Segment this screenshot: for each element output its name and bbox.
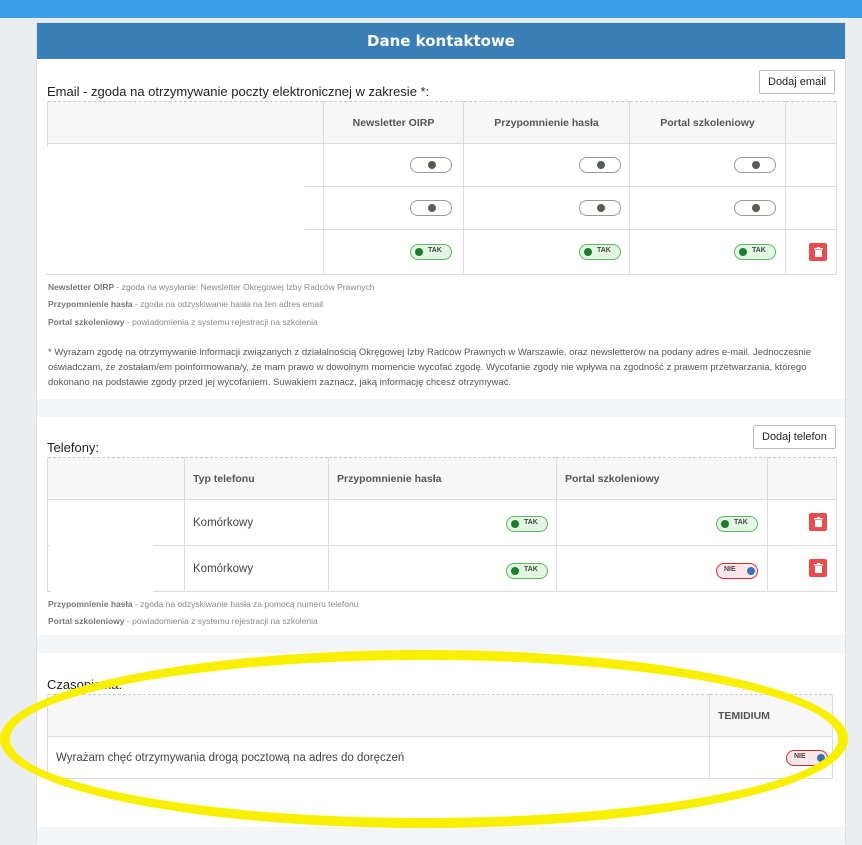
phones-table: Typ telefonu Przypomnienie hasła Portal …: [47, 457, 837, 592]
toggle-knob: [752, 161, 760, 169]
phone-password-toggle[interactable]: TAK: [506, 563, 548, 579]
col-phone-portal: Portal szkoleniowy: [556, 457, 768, 500]
magazine-consent-text: Wyrażam chęć otrzymywania drogą pocztową…: [47, 736, 710, 779]
col-phone-password: Przypomnienie hasła: [328, 457, 557, 500]
toggle-label: NIE: [724, 566, 736, 573]
phones-section-label: Telefony:: [47, 440, 100, 455]
toggle-knob: [597, 161, 605, 169]
toggle-label: NIE: [794, 753, 806, 760]
phone-row: Komórkowy TAK NIE: [47, 545, 837, 592]
email-legend-portal: Portal szkoleniowy - powiadomienia z sys…: [48, 317, 318, 327]
toggle-knob: [747, 567, 755, 575]
toggle-label: TAK: [428, 247, 442, 254]
add-email-button[interactable]: Dodaj email: [759, 70, 836, 94]
toggle-knob: [584, 248, 592, 256]
toggle-label: TAK: [734, 519, 748, 526]
toggle-knob: [511, 520, 519, 528]
toggle-knob: [752, 204, 760, 212]
section-separator: [37, 635, 845, 653]
trash-icon: [813, 247, 823, 257]
toggle-knob: [428, 204, 436, 212]
toggle-label: TAK: [597, 247, 611, 254]
phone-legend-password: Przypomnienie hasła - zgoda na odzyskiwa…: [48, 599, 359, 609]
add-phone-button[interactable]: Dodaj telefon: [753, 425, 836, 449]
section-separator: [37, 399, 845, 417]
consent-note: * Wyrażam zgodę na otrzymywanie informac…: [48, 347, 812, 388]
temidium-toggle[interactable]: NIE: [786, 750, 828, 766]
email-section-label: Email - zgoda na otrzymywanie poczty ele…: [47, 84, 430, 99]
portal-toggle[interactable]: TAK: [734, 244, 776, 260]
phone-portal-toggle[interactable]: TAK: [716, 516, 758, 532]
toggle-knob: [428, 161, 436, 169]
phone-legend-portal: Portal szkoleniowy - powiadomienia z sys…: [48, 616, 318, 626]
redacted-phones: [51, 506, 153, 592]
redacted-emails: [47, 147, 305, 273]
toggle-knob: [817, 754, 825, 762]
delete-phone-button[interactable]: [809, 559, 827, 577]
toggle-label: TAK: [524, 566, 538, 573]
magazines-table: TEMIDIUM Wyrażam chęć otrzymywania drogą…: [47, 694, 833, 779]
trash-icon: [813, 517, 823, 527]
email-legend-newsletter: Newsletter OIRP - zgoda na wysyłanie: Ne…: [48, 282, 375, 292]
email-legend-password: Przypomnienie hasła - zgoda na odzyskiwa…: [48, 299, 323, 309]
newsletter-toggle[interactable]: TAK: [410, 244, 452, 260]
section-separator: [37, 827, 845, 845]
col-phone-type: Typ telefonu: [184, 457, 329, 500]
portal-toggle[interactable]: [734, 157, 776, 173]
toggle-knob: [511, 567, 519, 575]
magazines-section-label: Czasopisma:: [47, 677, 123, 692]
top-bar: [0, 0, 862, 18]
password-toggle[interactable]: [579, 200, 621, 216]
portal-toggle[interactable]: [734, 200, 776, 216]
newsletter-toggle[interactable]: [410, 157, 452, 173]
magazine-row: Wyrażam chęć otrzymywania drogą pocztową…: [47, 736, 833, 779]
phone-type: Komórkowy: [184, 545, 329, 592]
col-newsletter: Newsletter OIRP: [323, 101, 464, 144]
contact-panel: Dane kontaktowe Email - zgoda na otrzymy…: [36, 22, 846, 845]
delete-email-button[interactable]: [809, 243, 827, 261]
phone-password-toggle[interactable]: TAK: [506, 516, 548, 532]
phone-row: Komórkowy TAK TAK: [47, 499, 837, 546]
toggle-knob: [721, 520, 729, 528]
panel-title: Dane kontaktowe: [37, 23, 845, 59]
delete-phone-button[interactable]: [809, 513, 827, 531]
toggle-knob: [597, 204, 605, 212]
trash-icon: [813, 563, 823, 573]
password-toggle[interactable]: TAK: [579, 244, 621, 260]
col-password: Przypomnienie hasła: [463, 101, 630, 144]
col-temidium: TEMIDIUM: [709, 694, 833, 737]
password-toggle[interactable]: [579, 157, 621, 173]
toggle-label: TAK: [752, 247, 766, 254]
toggle-knob: [415, 248, 423, 256]
col-portal: Portal szkoleniowy: [629, 101, 786, 144]
newsletter-toggle[interactable]: [410, 200, 452, 216]
toggle-knob: [739, 248, 747, 256]
toggle-label: TAK: [524, 519, 538, 526]
phone-type: Komórkowy: [184, 499, 329, 546]
phone-portal-toggle[interactable]: NIE: [716, 563, 758, 579]
